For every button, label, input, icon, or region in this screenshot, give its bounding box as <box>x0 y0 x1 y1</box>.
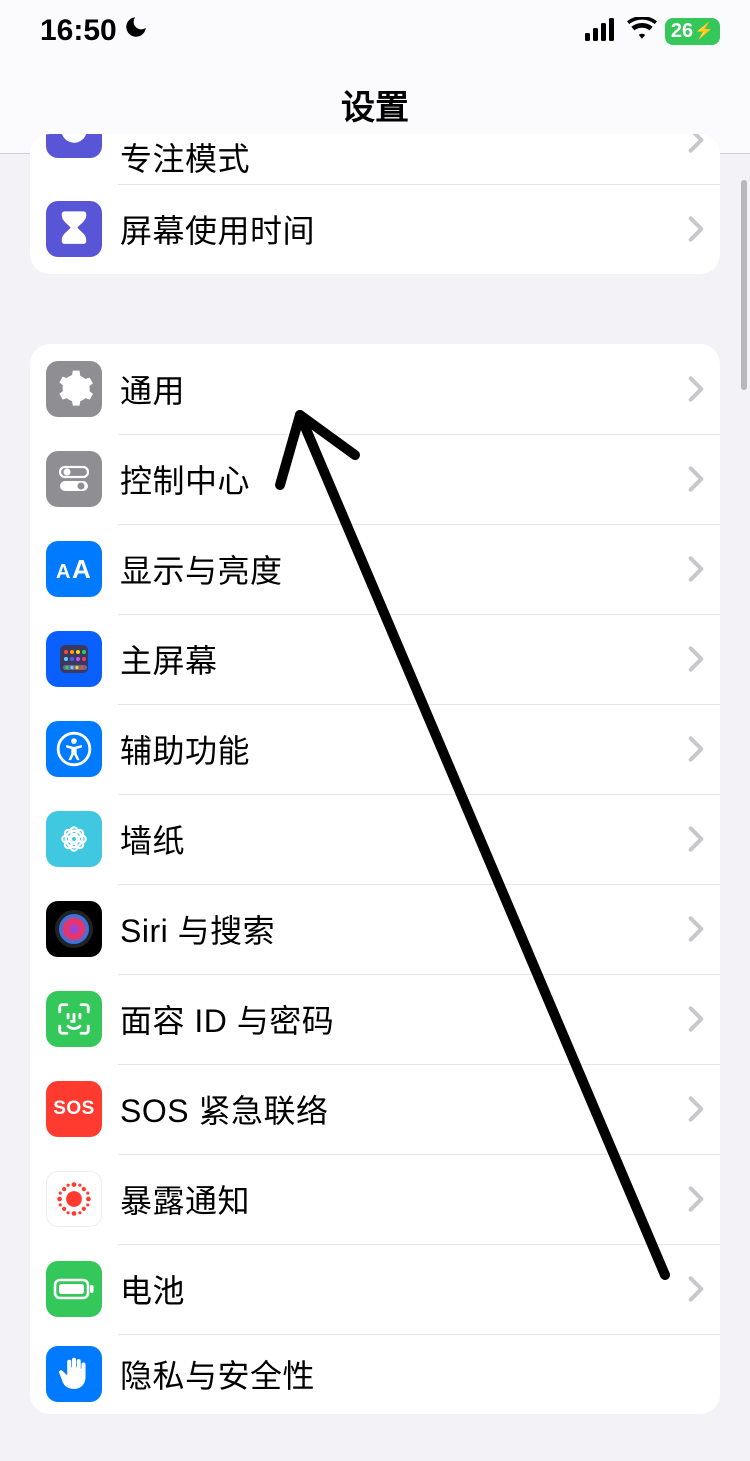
settings-row-focus[interactable]: 专注模式 <box>30 134 720 184</box>
accessibility-icon <box>46 721 102 777</box>
siri-icon <box>46 901 102 957</box>
row-label: 屏幕使用时间 <box>120 206 688 252</box>
row-label: 面容 ID 与密码 <box>120 996 688 1042</box>
row-label: 墙纸 <box>120 816 688 862</box>
row-label: 辅助功能 <box>120 726 688 772</box>
focus-mode-icon <box>46 134 102 158</box>
hourglass-icon <box>46 201 102 257</box>
chevron-right-icon <box>688 735 704 763</box>
chevron-right-icon <box>688 134 704 154</box>
chevron-right-icon <box>688 1275 704 1303</box>
chevron-right-icon <box>688 1095 704 1123</box>
settings-row-screen-time[interactable]: 屏幕使用时间 <box>30 184 720 274</box>
settings-row-accessibility[interactable]: 辅助功能 <box>30 704 720 794</box>
settings-row-control-center[interactable]: 控制中心 <box>30 434 720 524</box>
settings-row-general[interactable]: 通用 <box>30 344 720 434</box>
chevron-right-icon <box>688 1185 704 1213</box>
status-time: 16:50 <box>40 14 117 48</box>
toggles-icon <box>46 451 102 507</box>
battery-indicator: 26⚡ <box>665 18 720 45</box>
chevron-right-icon <box>688 215 704 243</box>
settings-row-display-brightness[interactable]: AA 显示与亮度 <box>30 524 720 614</box>
chevron-right-icon <box>688 375 704 403</box>
chevron-right-icon <box>688 645 704 673</box>
cellular-signal-icon <box>585 17 619 46</box>
svg-text:A: A <box>72 554 91 584</box>
battery-icon <box>46 1261 102 1317</box>
row-label: 隐私与安全性 <box>120 1351 704 1397</box>
row-label: 通用 <box>120 366 688 412</box>
settings-row-sos[interactable]: SOS SOS 紧急联络 <box>30 1064 720 1154</box>
scroll-indicator[interactable] <box>741 180 747 390</box>
row-label: 电池 <box>120 1266 688 1312</box>
row-label: 主屏幕 <box>120 636 688 682</box>
sos-icon: SOS <box>46 1081 102 1137</box>
row-label: 暴露通知 <box>120 1176 688 1222</box>
row-label: Siri 与搜索 <box>120 906 688 952</box>
svg-text:A: A <box>56 561 70 583</box>
home-screen-icon <box>46 631 102 687</box>
row-label: 显示与亮度 <box>120 546 688 592</box>
settings-list: 专注模式 屏幕使用时间 通用 <box>0 134 750 1414</box>
face-id-icon <box>46 991 102 1047</box>
chevron-right-icon <box>688 1005 704 1033</box>
chevron-right-icon <box>688 465 704 493</box>
settings-row-privacy[interactable]: 隐私与安全性 <box>30 1334 720 1414</box>
settings-group-1: 专注模式 屏幕使用时间 <box>30 134 720 274</box>
status-bar: 16:50 26⚡ <box>0 0 750 58</box>
wallpaper-icon <box>46 811 102 867</box>
chevron-right-icon <box>688 555 704 583</box>
text-size-icon: AA <box>46 541 102 597</box>
settings-group-2: 通用 控制中心 AA 显示与亮度 <box>30 344 720 1414</box>
exposure-icon <box>46 1171 102 1227</box>
settings-row-wallpaper[interactable]: 墙纸 <box>30 794 720 884</box>
bolt-icon: ⚡ <box>694 21 714 41</box>
hand-icon <box>46 1346 102 1402</box>
settings-row-home-screen[interactable]: 主屏幕 <box>30 614 720 704</box>
row-label: 专注模式 <box>120 134 688 180</box>
chevron-right-icon <box>688 825 704 853</box>
settings-row-exposure-notification[interactable]: 暴露通知 <box>30 1154 720 1244</box>
chevron-right-icon <box>688 915 704 943</box>
settings-row-battery[interactable]: 电池 <box>30 1244 720 1334</box>
status-left: 16:50 <box>40 14 149 48</box>
gear-icon <box>46 361 102 417</box>
row-label: SOS 紧急联络 <box>120 1086 688 1132</box>
settings-row-siri[interactable]: Siri 与搜索 <box>30 884 720 974</box>
battery-percent: 26 <box>671 20 693 43</box>
sos-text: SOS <box>53 1098 95 1120</box>
status-right: 26⚡ <box>585 17 720 46</box>
row-label: 控制中心 <box>120 456 688 502</box>
moon-icon <box>123 14 149 48</box>
wifi-icon <box>627 17 657 46</box>
settings-row-face-id[interactable]: 面容 ID 与密码 <box>30 974 720 1064</box>
